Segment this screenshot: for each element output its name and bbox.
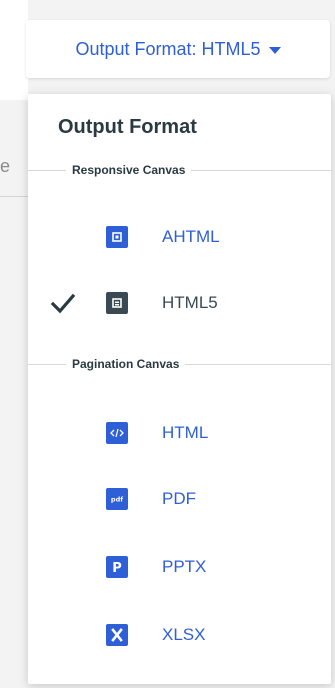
menu-item-label: XLSX bbox=[162, 625, 206, 644]
menu-item-xlsx[interactable]: XLSX bbox=[28, 610, 331, 660]
group-divider bbox=[28, 363, 66, 365]
group-label-responsive: Responsive Canvas bbox=[28, 160, 331, 180]
menu-item-pdf[interactable]: pdf PDF bbox=[28, 474, 331, 524]
pdf-icon: pdf bbox=[106, 488, 128, 510]
svg-text:P: P bbox=[112, 561, 122, 574]
menu-item-label: HTML bbox=[162, 423, 209, 442]
menu-item-label: HTML5 bbox=[162, 293, 218, 312]
menu-item-pptx[interactable]: P PPTX bbox=[28, 542, 331, 592]
output-format-button-label: Output Format: HTML5 bbox=[75, 38, 261, 59]
output-format-menu: Output Format Responsive Canvas AHTML HT… bbox=[28, 94, 331, 684]
xlsx-icon bbox=[106, 624, 128, 646]
group-label-text: Responsive Canvas bbox=[72, 163, 186, 177]
output-format-button[interactable]: Output Format: HTML5 bbox=[26, 20, 330, 78]
pptx-icon: P bbox=[106, 556, 128, 578]
group-divider bbox=[185, 363, 331, 365]
group-label-text: Pagination Canvas bbox=[72, 357, 180, 371]
html5-icon bbox=[106, 292, 128, 314]
caret-down-icon bbox=[268, 46, 281, 54]
menu-item-label: PDF bbox=[162, 489, 196, 508]
background-partial-text: e bbox=[0, 156, 11, 176]
menu-item-label: AHTML bbox=[162, 227, 220, 246]
group-divider bbox=[191, 169, 331, 171]
ahtml-icon bbox=[106, 226, 128, 248]
group-divider bbox=[28, 169, 66, 171]
menu-item-html5[interactable]: HTML5 bbox=[28, 278, 331, 328]
background-panel bbox=[0, 0, 28, 100]
svg-text:pdf: pdf bbox=[111, 496, 123, 504]
group-label-pagination: Pagination Canvas bbox=[28, 354, 331, 374]
html-code-icon bbox=[106, 422, 128, 444]
menu-item-ahtml[interactable]: AHTML bbox=[28, 212, 331, 262]
menu-item-html[interactable]: HTML bbox=[28, 408, 331, 458]
check-icon bbox=[50, 293, 76, 314]
menu-title: Output Format bbox=[58, 116, 197, 138]
background-divider bbox=[0, 196, 28, 197]
menu-item-label: PPTX bbox=[162, 557, 207, 576]
